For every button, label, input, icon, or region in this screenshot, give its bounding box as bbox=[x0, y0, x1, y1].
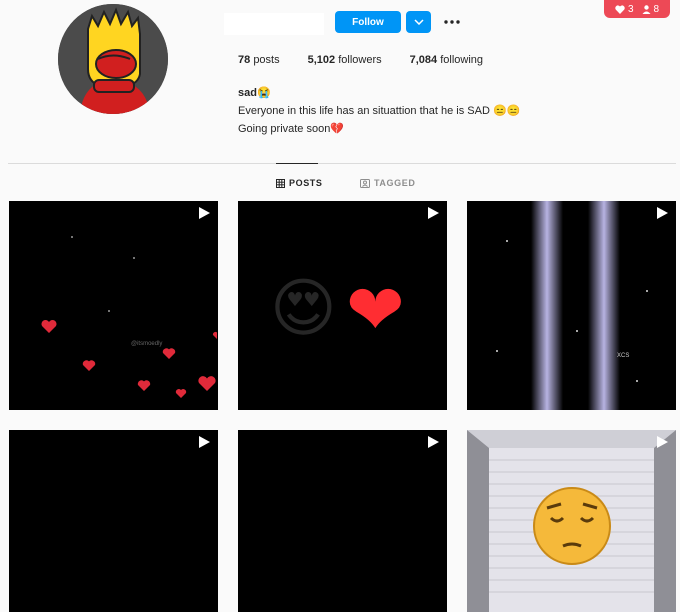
bio-line: Going private soon💔 bbox=[238, 123, 345, 135]
bio-line: Everyone in this life has an situattion … bbox=[238, 105, 521, 117]
followers-label: followers bbox=[338, 54, 382, 66]
followers-count: 5,102 bbox=[307, 54, 336, 66]
tab-tagged-label: TAGGED bbox=[374, 178, 416, 188]
likes-count: 3 bbox=[627, 3, 634, 15]
follow-button[interactable]: Follow bbox=[335, 11, 401, 33]
heart-icon bbox=[615, 4, 625, 14]
video-play-icon bbox=[657, 436, 668, 448]
chevron-down-icon bbox=[413, 19, 424, 25]
activity-notification-badge[interactable]: 3 8 bbox=[604, 0, 670, 18]
red-heart-emoji: ❤ bbox=[346, 269, 405, 351]
watermark-text: @itsmoedly bbox=[131, 341, 163, 347]
pensive-emoji-image bbox=[467, 430, 676, 612]
tab-posts-label: POSTS bbox=[289, 178, 323, 188]
follows-count: 8 bbox=[653, 3, 660, 15]
profile-tabs: POSTS TAGGED bbox=[0, 178, 680, 192]
video-play-icon bbox=[657, 207, 668, 219]
posts-count: 78 bbox=[238, 54, 251, 66]
video-play-icon bbox=[199, 207, 210, 219]
tagged-person-icon bbox=[360, 178, 370, 188]
post-tile[interactable] bbox=[467, 430, 676, 612]
more-options-button[interactable] bbox=[440, 12, 464, 32]
post-tile[interactable] bbox=[238, 430, 447, 612]
tab-posts[interactable]: POSTS bbox=[276, 178, 323, 188]
video-play-icon bbox=[428, 436, 439, 448]
post-tile[interactable]: 😍 ❤ bbox=[238, 201, 447, 410]
active-tab-indicator bbox=[276, 163, 318, 164]
post-tile[interactable]: XCS bbox=[467, 201, 676, 410]
video-play-icon bbox=[428, 207, 439, 219]
broken-hearts-image bbox=[9, 201, 218, 410]
profile-bio: sad😭 Everyone in this life has an situat… bbox=[238, 84, 520, 138]
avatar-cartoon-image bbox=[58, 4, 168, 114]
profile-stats: 78 posts 5,102 followers 7,084 following bbox=[238, 54, 483, 66]
video-play-icon bbox=[199, 436, 210, 448]
following-stat[interactable]: 7,084 following bbox=[410, 54, 483, 66]
heart-eyes-emoji: 😍 bbox=[270, 272, 337, 346]
post-tile[interactable] bbox=[9, 430, 218, 612]
suggestions-dropdown-button[interactable] bbox=[406, 11, 431, 33]
watermark-text: XCS bbox=[617, 353, 630, 359]
following-count: 7,084 bbox=[409, 54, 438, 66]
tab-tagged[interactable]: TAGGED bbox=[360, 178, 415, 188]
light-beams-image bbox=[467, 201, 676, 410]
grid-icon bbox=[276, 178, 285, 188]
profile-name: sad😭 bbox=[238, 87, 271, 99]
posts-stat: 78 posts bbox=[238, 54, 280, 66]
posts-label: posts bbox=[253, 54, 280, 66]
post-tile[interactable]: @itsmoedly bbox=[9, 201, 218, 410]
profile-avatar[interactable] bbox=[58, 4, 168, 114]
tabs-divider bbox=[8, 163, 676, 164]
username-placeholder bbox=[224, 13, 324, 35]
followers-stat[interactable]: 5,102 followers bbox=[308, 54, 382, 66]
person-icon bbox=[642, 4, 650, 14]
following-label: following bbox=[440, 54, 484, 66]
ellipsis-icon bbox=[444, 20, 460, 24]
